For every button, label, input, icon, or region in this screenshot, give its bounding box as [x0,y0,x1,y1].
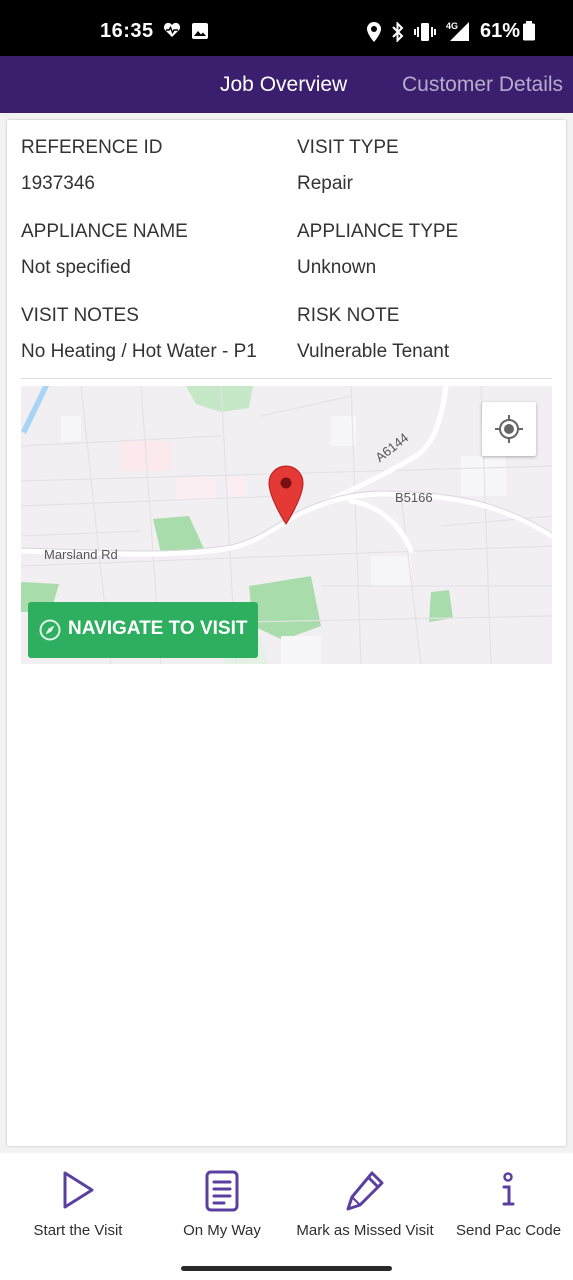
location-icon [366,22,382,47]
battery-icon [522,21,536,46]
on-my-way-label: On My Way [183,1222,261,1239]
navigate-to-visit-button[interactable]: NAVIGATE TO VISIT [28,602,258,658]
road-label-marsland-rd: Marsland Rd [44,547,118,562]
visit-type-value: Repair [297,173,353,194]
risk-note-label: RISK NOTE [297,305,400,326]
network-type: 4G [446,21,458,31]
on-my-way-button[interactable]: On My Way [172,1153,272,1258]
battery-percent: 61% [480,20,521,42]
start-visit-button[interactable]: Start the Visit [22,1153,134,1258]
tab-customer-details[interactable]: Customer Details [402,73,563,97]
reference-id-value: 1937346 [21,173,95,194]
navigate-to-visit-label: NAVIGATE TO VISIT [68,618,248,639]
play-icon [63,1171,94,1209]
mark-missed-visit-label: Mark as Missed Visit [296,1222,434,1239]
info-icon [502,1172,515,1206]
map-view[interactable]: A6144 B5166 Marsland Rd NAVIGATE TO VISI… [21,386,552,664]
send-pac-code-label: Send Pac Code [456,1222,562,1239]
appliance-type-label: APPLIANCE TYPE [297,221,459,242]
image-icon [191,22,209,45]
appliance-name-value: Not specified [21,257,131,278]
job-overview-card: REFERENCE ID 1937346 VISIT TYPE Repair A… [7,120,566,1146]
my-location-icon [495,415,523,443]
compass-icon [39,619,61,641]
vibrate-icon [414,22,436,47]
risk-note-value: Vulnerable Tenant [297,341,450,362]
my-location-button[interactable] [482,402,536,456]
mark-missed-visit-button[interactable]: Mark as Missed Visit [296,1153,434,1258]
reference-id-label: REFERENCE ID [21,137,163,158]
tab-bar: Job Overview Customer Details [0,56,573,113]
status-bar: 16:35 4G 61% [0,0,573,56]
bluetooth-icon [391,21,405,47]
visit-type-label: VISIT TYPE [297,137,399,158]
gesture-bar [0,1258,573,1280]
health-icon [163,22,181,43]
start-visit-label: Start the Visit [33,1222,123,1239]
bottom-action-bar: Start the Visit On My Way Mark as Missed… [0,1153,573,1258]
status-time: 16:35 [100,20,154,42]
visit-notes-value: No Heating / Hot Water - P1 [21,341,257,362]
appliance-name-label: APPLIANCE NAME [21,221,188,242]
visit-notes-label: VISIT NOTES [21,305,139,326]
tab-job-overview[interactable]: Job Overview [220,73,347,97]
document-icon [205,1170,239,1212]
gesture-handle[interactable] [181,1266,392,1271]
pen-icon [346,1171,384,1211]
appliance-type-value: Unknown [297,257,377,278]
signal-icon: 4G [442,20,470,47]
divider [21,378,552,379]
send-pac-code-button[interactable]: Send Pac Code [456,1153,562,1258]
road-label-b5166: B5166 [395,490,433,505]
